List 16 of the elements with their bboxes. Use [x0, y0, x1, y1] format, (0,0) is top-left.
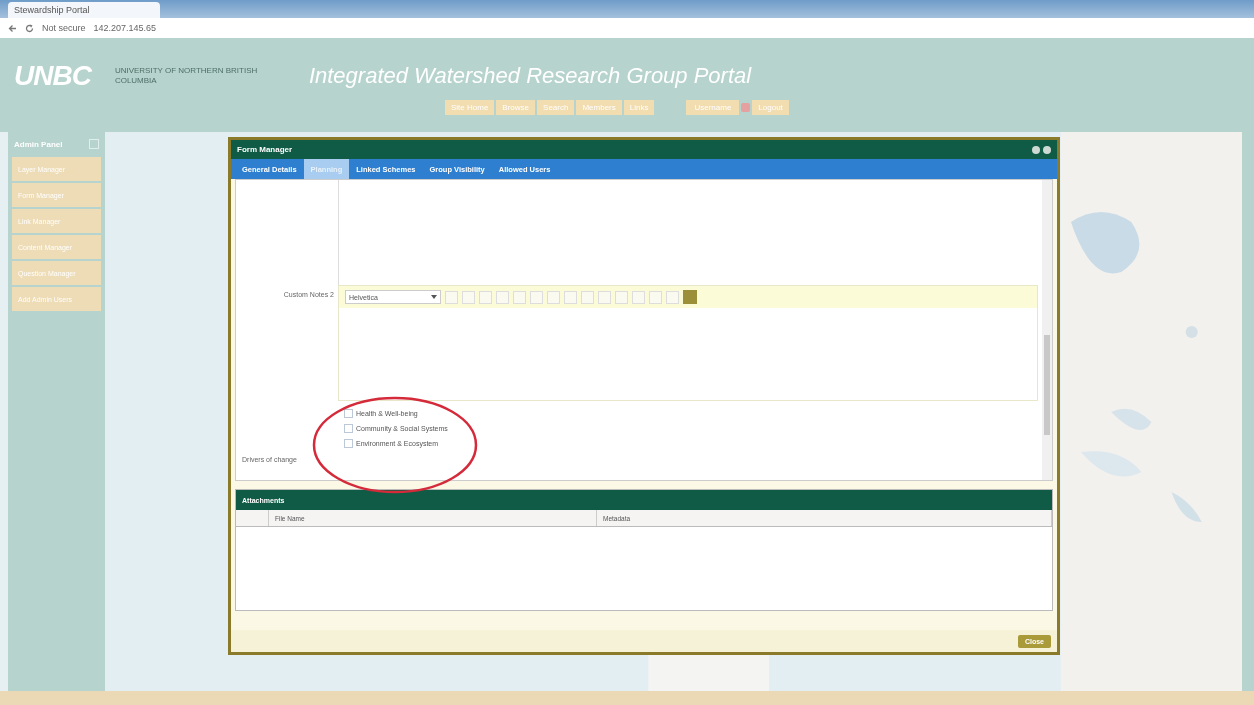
username-label: Username	[686, 100, 740, 115]
panel-title: Admin Panel	[14, 139, 63, 149]
logout-button[interactable]: Logout	[752, 100, 789, 115]
portal-title: Integrated Watershed Research Group Portal	[308, 63, 752, 89]
nav-button[interactable]: Browse	[496, 100, 536, 115]
logo-subtitle: UNIVERSITY OF NORTHERN BRITISH COLUMBIA	[114, 66, 259, 86]
dialog-title: Form Manager	[237, 145, 293, 154]
nav-button[interactable]: Search	[537, 100, 575, 115]
nav-button[interactable]: Links	[623, 100, 655, 115]
logo[interactable]: UNBC	[14, 60, 91, 92]
nav-button[interactable]: Site Home	[445, 100, 495, 115]
address-bar[interactable]: 142.207.145.65	[93, 23, 157, 33]
browser-tab[interactable]: Stewardship Portal	[8, 2, 160, 18]
nav-button[interactable]: Members	[576, 100, 622, 115]
security-label[interactable]: Not secure	[42, 23, 86, 33]
tab-title: Stewardship Portal	[14, 5, 90, 15]
